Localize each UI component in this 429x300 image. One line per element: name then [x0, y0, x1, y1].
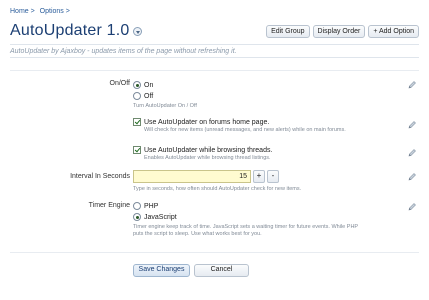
forums-home-checkbox-row[interactable]: Use AutoUpdater on forums home page. — [133, 117, 399, 127]
page-description: AutoUpdater by Ajaxboy - updates items o… — [10, 48, 237, 55]
timer-engine-label: Timer Engine — [88, 202, 130, 209]
description-bar: AutoUpdater by Ajaxboy - updates items o… — [10, 44, 419, 58]
interval-input[interactable] — [133, 170, 251, 183]
onoff-label: On/Off — [109, 80, 131, 87]
cancel-button[interactable]: Cancel — [194, 264, 249, 277]
timer-engine-js-label: JavaScript — [144, 213, 177, 221]
timer-engine-radio-javascript[interactable]: JavaScript — [133, 212, 399, 222]
breadcrumb-home[interactable]: Home > — [10, 8, 35, 15]
save-changes-button[interactable]: Save Changes — [133, 264, 190, 277]
pencil-icon[interactable] — [407, 172, 417, 182]
radio-unselected-icon[interactable] — [133, 202, 141, 210]
page-title: AutoUpdater 1.0 — [10, 22, 130, 39]
browsing-threads-label: Use AutoUpdater while browsing threads. — [144, 146, 273, 154]
onoff-control: On Off Turn AutoUpdater On / Off — [133, 80, 399, 110]
checkbox-checked-icon[interactable] — [133, 118, 141, 126]
interval-stepper: + - — [133, 170, 399, 183]
decrement-button[interactable]: - — [267, 170, 279, 183]
add-option-button[interactable]: + Add Option — [368, 25, 419, 38]
timer-engine-php-label: PHP — [144, 202, 159, 210]
interval-label: Interval In Seconds — [70, 173, 130, 180]
increment-button[interactable]: + — [253, 170, 265, 183]
timer-engine-control: PHP JavaScript Timer engine keep track o… — [133, 201, 399, 238]
onoff-radio-off[interactable]: Off — [133, 91, 399, 101]
forums-home-control: Use AutoUpdater on forums home page. Wil… — [133, 117, 399, 134]
edit-group-button[interactable]: Edit Group — [266, 25, 310, 38]
display-order-button[interactable]: Display Order — [312, 25, 366, 38]
chevron-down-icon[interactable] — [132, 26, 142, 36]
radio-selected-icon[interactable] — [133, 213, 141, 221]
breadcrumb-options[interactable]: Options > — [40, 8, 70, 15]
radio-unselected-icon[interactable] — [133, 92, 141, 100]
interval-help: Type in seconds, how often should AutoUp… — [133, 186, 302, 192]
checkbox-checked-icon[interactable] — [133, 146, 141, 154]
timer-engine-help-1: Timer engine keep track of time. JavaScr… — [133, 224, 359, 230]
radio-selected-icon[interactable] — [133, 81, 141, 89]
browsing-threads-checkbox-row[interactable]: Use AutoUpdater while browsing threads. — [133, 145, 399, 155]
divider — [10, 252, 419, 253]
onoff-off-label: Off — [144, 92, 154, 100]
pencil-icon[interactable] — [407, 120, 417, 130]
divider — [10, 70, 419, 71]
browsing-threads-control: Use AutoUpdater while browsing threads. … — [133, 145, 399, 162]
onoff-radio-on[interactable]: On — [133, 80, 399, 90]
pencil-icon[interactable] — [407, 80, 417, 90]
onoff-on-label: On — [144, 81, 154, 89]
timer-engine-help-2: puts the script to sleep. Use what works… — [133, 231, 262, 237]
timer-engine-radio-php[interactable]: PHP — [133, 201, 399, 211]
page-header: AutoUpdater 1.0 — [10, 22, 142, 40]
onoff-help: Turn AutoUpdater On / Off — [133, 103, 197, 109]
forums-home-help: Will check for new items (unread message… — [144, 127, 346, 133]
breadcrumb: Home > Options > — [10, 8, 70, 15]
browsing-threads-help: Enables AutoUpdater while browsing threa… — [144, 155, 271, 161]
interval-control: + - Type in seconds, how often should Au… — [133, 170, 399, 193]
pencil-icon[interactable] — [407, 202, 417, 212]
header-actions: Edit Group Display Order + Add Option — [266, 25, 419, 38]
pencil-icon[interactable] — [407, 148, 417, 158]
forums-home-label: Use AutoUpdater on forums home page. — [144, 118, 270, 126]
form-actions: Save Changes Cancel — [133, 264, 249, 277]
